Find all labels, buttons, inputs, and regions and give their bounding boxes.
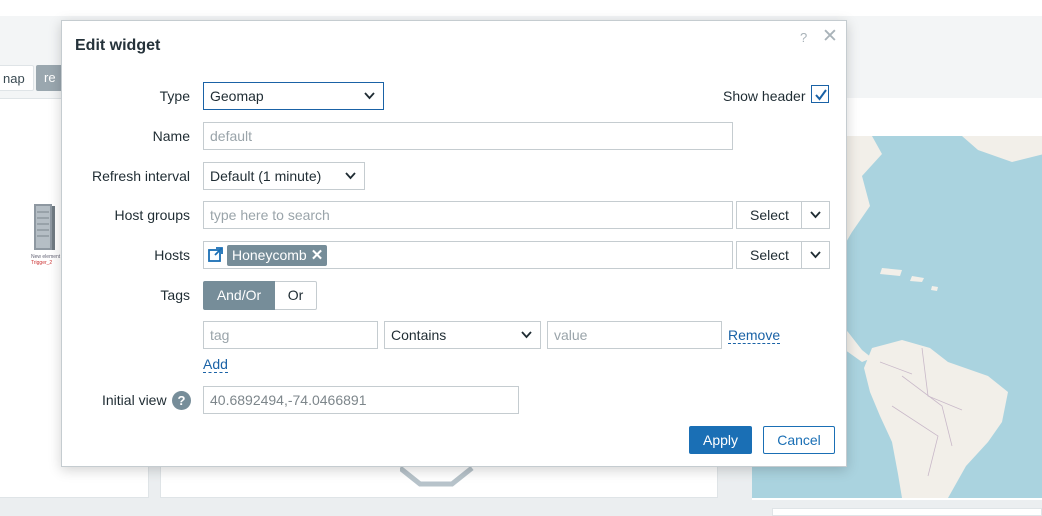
tag-add-link[interactable]: Add bbox=[203, 356, 228, 373]
tags-label: Tags bbox=[160, 287, 190, 303]
checkmark-icon bbox=[815, 89, 827, 101]
host-groups-select-dropdown[interactable] bbox=[801, 201, 830, 229]
remove-chip-icon[interactable]: ✕ bbox=[311, 247, 324, 264]
tag-value-input[interactable] bbox=[547, 321, 722, 349]
hosts-select-dropdown[interactable] bbox=[801, 241, 830, 269]
help-icon[interactable]: ? bbox=[800, 30, 807, 45]
tags-operator-and-or[interactable]: And/Or bbox=[203, 281, 275, 310]
top-bar bbox=[0, 0, 1042, 16]
chevron-down-icon bbox=[364, 92, 375, 100]
server-icon[interactable] bbox=[32, 202, 56, 252]
name-label: Name bbox=[152, 128, 190, 144]
host-groups-label: Host groups bbox=[114, 207, 190, 223]
chevron-shape-icon bbox=[400, 466, 474, 487]
chevron-down-icon bbox=[810, 211, 821, 219]
host-chip-label: Honeycomb bbox=[232, 247, 307, 263]
initial-view-input[interactable] bbox=[203, 386, 519, 414]
refresh-interval-select[interactable]: Default (1 minute) bbox=[203, 162, 365, 190]
host-groups-select-button[interactable]: Select bbox=[736, 201, 803, 229]
refresh-interval-label: Refresh interval bbox=[91, 168, 190, 184]
tag-operator-value: Contains bbox=[391, 327, 447, 343]
show-header-checkbox[interactable] bbox=[811, 85, 829, 103]
hosts-select-button[interactable]: Select bbox=[736, 241, 803, 269]
map-element-caption: New element Trigger_2 bbox=[31, 254, 60, 266]
tag-name-input[interactable] bbox=[203, 321, 378, 349]
name-input[interactable] bbox=[203, 122, 733, 150]
host-groups-input[interactable] bbox=[203, 201, 733, 229]
apply-button[interactable]: Apply bbox=[689, 426, 752, 454]
show-header-label: Show header bbox=[723, 88, 806, 104]
help-icon[interactable]: ? bbox=[172, 391, 191, 410]
map-element-trigger: Trigger_2 bbox=[31, 260, 53, 266]
chevron-down-icon bbox=[521, 331, 532, 339]
external-link-icon[interactable] bbox=[208, 247, 223, 262]
tag-operator-select[interactable]: Contains bbox=[384, 321, 541, 349]
tag-remove-link[interactable]: Remove bbox=[728, 327, 781, 344]
host-chip: Honeycomb ✕ bbox=[227, 245, 328, 266]
type-label: Type bbox=[159, 88, 190, 104]
dialog-title: Edit widget bbox=[75, 37, 161, 54]
widget-panel-bottom bbox=[772, 508, 1042, 516]
chevron-down-icon bbox=[345, 172, 356, 180]
type-select[interactable]: Geomap bbox=[203, 82, 384, 110]
chevron-down-icon bbox=[810, 251, 821, 259]
type-select-value: Geomap bbox=[210, 88, 264, 104]
tags-operator-or[interactable]: Or bbox=[275, 281, 317, 310]
initial-view-label: Initial view bbox=[102, 392, 167, 408]
dashboard-page-tab-map[interactable]: nap bbox=[0, 65, 34, 91]
refresh-interval-value: Default (1 minute) bbox=[210, 168, 322, 184]
edit-widget-dialog: Edit widget ? ✕ Type Geomap Show header … bbox=[61, 20, 847, 467]
cancel-button[interactable]: Cancel bbox=[763, 426, 835, 454]
close-icon[interactable]: ✕ bbox=[822, 26, 838, 48]
hosts-label: Hosts bbox=[154, 247, 190, 263]
